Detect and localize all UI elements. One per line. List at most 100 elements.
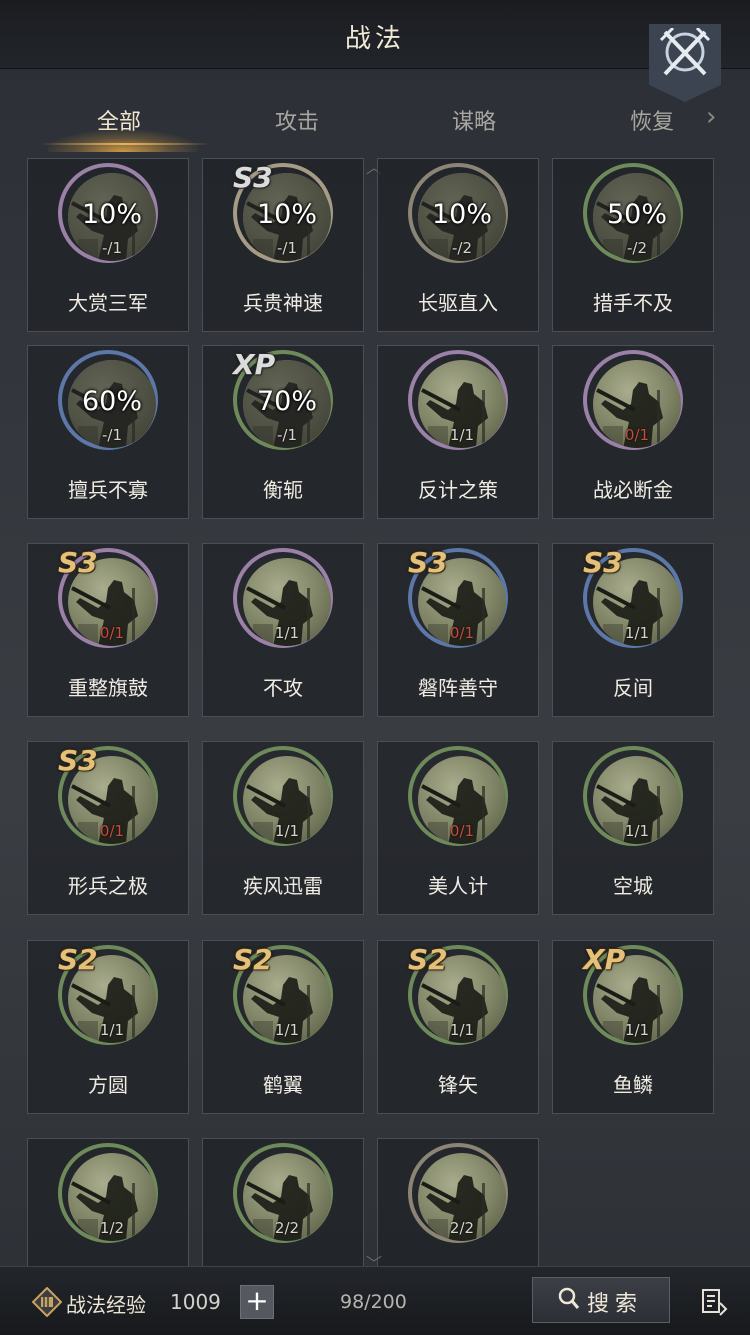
usage-count: 0/1 (624, 426, 650, 444)
cooldown-percent: 60% (81, 386, 142, 417)
usage-count: -/1 (276, 239, 297, 257)
tactic-card[interactable]: 10% -/2 长驱直入 (377, 158, 539, 332)
usage-count: 1/1 (274, 1021, 300, 1039)
tactic-name: 重整旗鼓 (68, 676, 148, 700)
usage-count: -/2 (626, 239, 647, 257)
tactic-name: 鹤翼 (263, 1073, 303, 1097)
bottom-bar: 战法经验 1009 + 98/200 搜索 (0, 1266, 750, 1335)
season-badge: S2 (233, 943, 273, 976)
tactic-icon: 10% -/1 (58, 163, 158, 263)
tactic-card[interactable]: 1/1 不攻 (202, 543, 364, 717)
tactic-name: 擅兵不寡 (68, 478, 148, 502)
capacity-count: 98/200 (340, 1291, 407, 1313)
tactic-icon: 0/1 (408, 746, 508, 846)
tactic-card[interactable]: 1/1 S2 锋矢 (377, 940, 539, 1114)
tactic-card[interactable]: 0/1 S3 磐阵善守 (377, 543, 539, 717)
usage-count: 1/1 (449, 1021, 475, 1039)
usage-count: -/1 (101, 426, 122, 444)
add-exp-button[interactable]: + (240, 1285, 274, 1319)
usage-count: 2/2 (274, 1219, 300, 1237)
tactic-card[interactable]: 1/1 XP 鱼鳞 (552, 940, 714, 1114)
search-label: 搜索 (587, 1292, 644, 1317)
tactic-card[interactable]: 0/1 战必断金 (552, 345, 714, 519)
tactic-name: 锋矢 (438, 1073, 478, 1097)
usage-count: 1/2 (99, 1219, 125, 1237)
season-badge: S3 (583, 546, 623, 579)
tactic-name: 疾风迅雷 (243, 874, 323, 898)
sort-list-icon[interactable] (700, 1287, 730, 1317)
usage-count: -/1 (101, 239, 122, 257)
tactic-icon: 2/2 (233, 1143, 333, 1243)
tactic-card[interactable]: 1/1 空城 (552, 741, 714, 915)
usage-count: 1/1 (449, 426, 475, 444)
tactic-icon: 50% -/2 (583, 163, 683, 263)
tactic-icon: 1/1 (408, 350, 508, 450)
tactic-name: 长驱直入 (418, 291, 498, 315)
tactic-card[interactable]: 1/1 S2 鹤翼 (202, 940, 364, 1114)
usage-count: 0/1 (449, 624, 475, 642)
cooldown-percent: 50% (606, 199, 667, 230)
usage-count: 2/2 (449, 1219, 475, 1237)
tactic-card[interactable]: 0/1 美人计 (377, 741, 539, 915)
tactic-card[interactable]: 1/1 S2 方圆 (27, 940, 189, 1114)
search-button[interactable]: 搜索 (532, 1277, 670, 1323)
tactic-card[interactable]: 0/1 S3 重整旗鼓 (27, 543, 189, 717)
season-badge: S2 (58, 943, 98, 976)
tactic-name: 反间 (613, 676, 653, 700)
season-badge: S3 (58, 744, 98, 777)
tactic-card[interactable]: 50% -/2 措手不及 (552, 158, 714, 332)
tactic-name: 大赏三军 (68, 291, 148, 315)
exp-value: 1009 (170, 1290, 221, 1314)
usage-count: 0/1 (99, 624, 125, 642)
season-badge: S2 (408, 943, 448, 976)
season-badge: XP (233, 348, 276, 381)
tactic-name: 方圆 (88, 1073, 128, 1097)
tactic-name: 不攻 (263, 676, 303, 700)
tactic-name: 形兵之极 (68, 874, 148, 898)
tactic-card[interactable]: 10% -/1 大赏三军 (27, 158, 189, 332)
usage-count: -/1 (276, 426, 297, 444)
tactic-name: 措手不及 (593, 291, 673, 315)
season-badge: S3 (58, 546, 98, 579)
tactic-icon: 1/1 (233, 746, 333, 846)
cooldown-percent: 10% (81, 199, 142, 230)
tactic-icon: 1/2 (58, 1143, 158, 1243)
exp-label: 战法经验 (66, 1293, 146, 1317)
tactic-card[interactable]: 60% -/1 擅兵不寡 (27, 345, 189, 519)
tactic-icon: 2/2 (408, 1143, 508, 1243)
cooldown-percent: 10% (256, 199, 317, 230)
usage-count: 1/1 (624, 1021, 650, 1039)
tactic-icon: 0/1 (583, 350, 683, 450)
tactic-card[interactable]: 1/1 反计之策 (377, 345, 539, 519)
tactic-name: 衡轭 (263, 478, 303, 502)
season-badge: XP (583, 943, 626, 976)
tactic-icon: 1/1 (233, 548, 333, 648)
cooldown-percent: 70% (256, 386, 317, 417)
tactic-card[interactable]: 0/1 S3 形兵之极 (27, 741, 189, 915)
usage-count: 1/1 (99, 1021, 125, 1039)
season-badge: S3 (233, 161, 273, 194)
usage-count: 1/1 (274, 624, 300, 642)
usage-count: 1/1 (624, 624, 650, 642)
usage-count: 1/1 (274, 822, 300, 840)
tactic-name: 战必断金 (593, 478, 673, 502)
tactic-name: 鱼鳞 (613, 1073, 653, 1097)
tactic-name: 美人计 (428, 874, 488, 898)
usage-count: 0/1 (449, 822, 475, 840)
tactic-icon: 10% -/2 (408, 163, 508, 263)
tactic-card[interactable]: 1/1 S3 反间 (552, 543, 714, 717)
tactic-name: 反计之策 (418, 478, 498, 502)
usage-count: 0/1 (99, 822, 125, 840)
usage-count: 1/1 (624, 822, 650, 840)
cooldown-percent: 10% (431, 199, 492, 230)
search-icon (558, 1287, 580, 1309)
tactic-grid: 10% -/1 大赏三军 10% -/1 S3 兵贵神速 10% -/2 长驱直入 50% -/2 措手… (0, 0, 750, 1334)
tactic-name: 磐阵善守 (418, 676, 498, 700)
scroll-emblem-icon (32, 1287, 62, 1317)
tactic-card[interactable]: 1/1 疾风迅雷 (202, 741, 364, 915)
tactic-card[interactable]: 10% -/1 S3 兵贵神速 (202, 158, 364, 332)
season-badge: S3 (408, 546, 448, 579)
tactic-icon: 1/1 (583, 746, 683, 846)
usage-count: -/2 (451, 239, 472, 257)
tactic-card[interactable]: 70% -/1 XP 衡轭 (202, 345, 364, 519)
